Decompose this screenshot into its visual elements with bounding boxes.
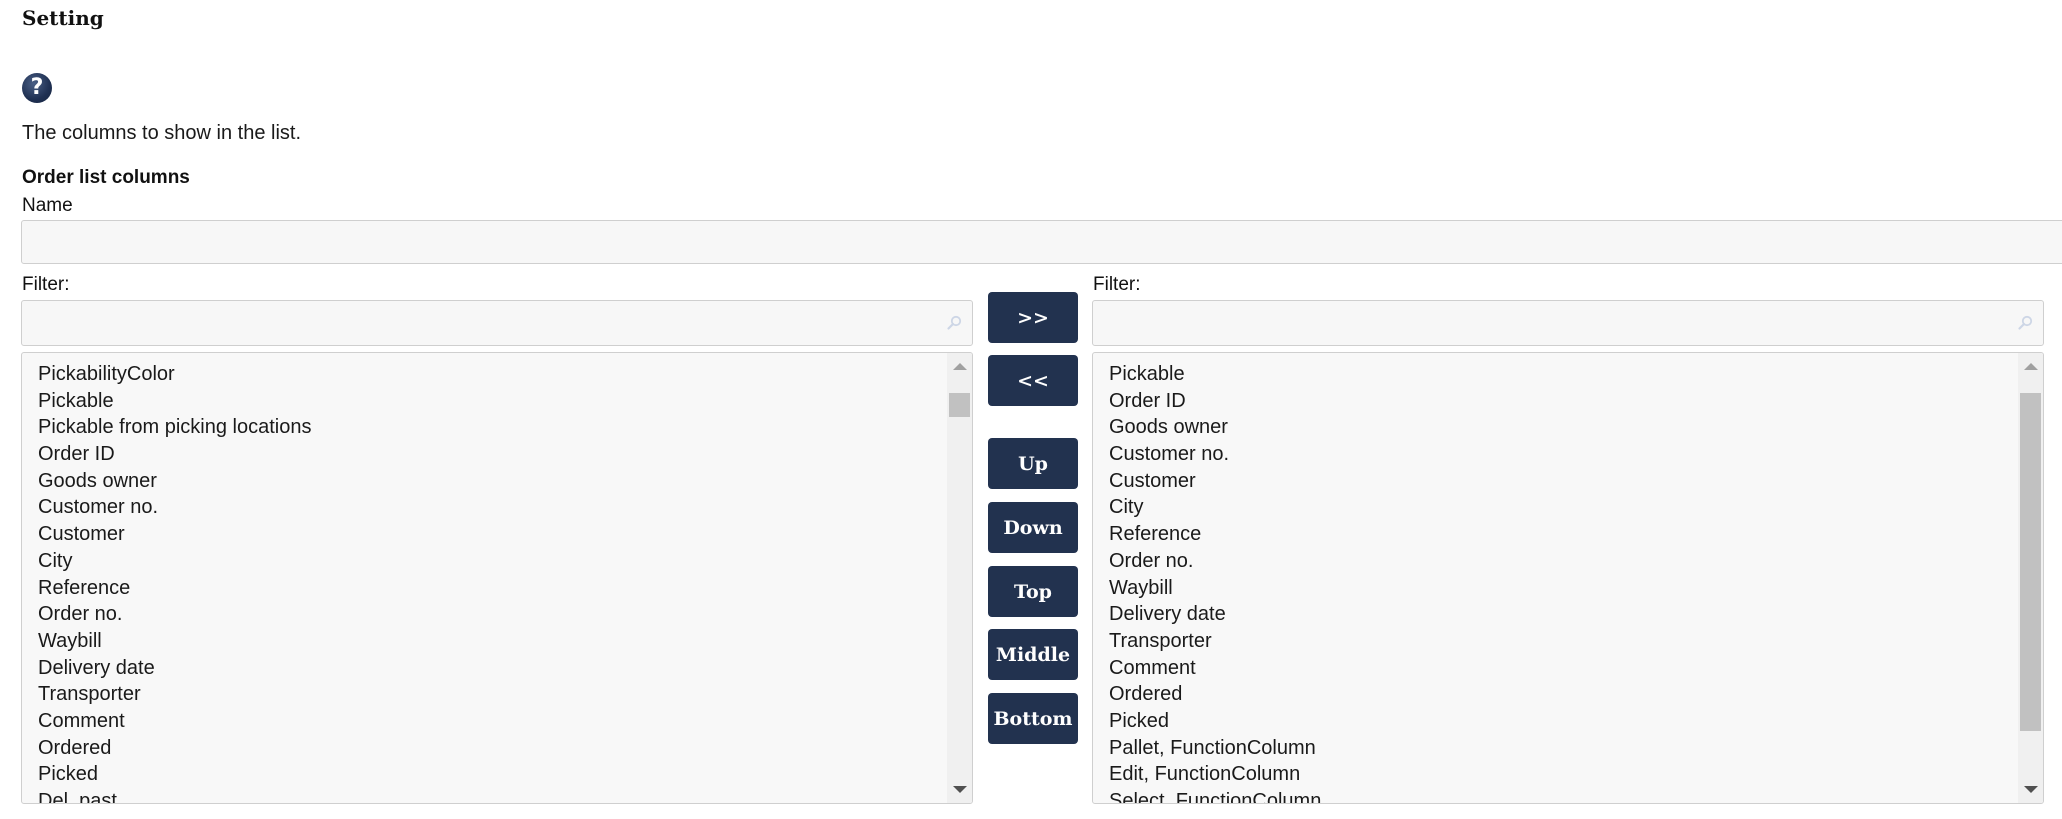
list-item[interactable]: Edit, FunctionColumn xyxy=(1109,761,2015,788)
move-bottom-button[interactable]: Bottom xyxy=(988,693,1078,744)
list-item[interactable]: Pallet, FunctionColumn xyxy=(1109,735,2015,762)
move-up-button[interactable]: Up xyxy=(988,438,1078,489)
list-item[interactable]: Comment xyxy=(1109,655,2015,682)
page-title: Setting xyxy=(22,6,104,30)
list-item[interactable]: Picked xyxy=(38,761,944,788)
move-top-button[interactable]: Top xyxy=(988,566,1078,617)
list-item[interactable]: Customer xyxy=(38,521,944,548)
list-item[interactable]: Pickable xyxy=(38,388,944,415)
available-columns-list[interactable]: PickabilityColor Pickable Pickable from pi… xyxy=(21,352,973,804)
scroll-down-arrow-icon[interactable] xyxy=(953,786,967,793)
list-item[interactable]: Ordered xyxy=(38,735,944,762)
list-item[interactable]: Reference xyxy=(1109,521,2015,548)
list-item[interactable]: Waybill xyxy=(38,628,944,655)
list-item[interactable]: Picked xyxy=(1109,708,2015,735)
name-label: Name xyxy=(22,195,73,216)
section-label: Order list columns xyxy=(22,167,190,188)
scroll-up-arrow-icon[interactable] xyxy=(2024,363,2038,370)
list-item[interactable]: Customer no. xyxy=(1109,441,2015,468)
help-circle-icon[interactable]: ? xyxy=(22,73,52,103)
selected-columns-items: Pickable Order ID Goods owner Customer no. C… xyxy=(1109,361,2015,803)
selected-columns-list[interactable]: Pickable Order ID Goods owner Customer no. C… xyxy=(1092,352,2044,804)
available-filter-field xyxy=(21,300,973,346)
selected-filter-field xyxy=(1092,300,2044,346)
selected-filter-input[interactable] xyxy=(1093,301,2043,345)
list-item[interactable]: Waybill xyxy=(1109,575,2015,602)
list-item[interactable]: Order no. xyxy=(38,601,944,628)
add-column-button[interactable]: >> xyxy=(988,292,1078,343)
search-icon xyxy=(947,315,962,330)
list-item[interactable]: Delivery date xyxy=(1109,601,2015,628)
list-item[interactable]: Ordered xyxy=(1109,681,2015,708)
list-item[interactable]: Delivery date xyxy=(38,655,944,682)
list-item[interactable]: Order no. xyxy=(1109,548,2015,575)
scroll-thumb[interactable] xyxy=(2020,393,2041,731)
list-item[interactable]: Pickable from picking locations xyxy=(38,414,944,441)
move-middle-button[interactable]: Middle xyxy=(988,629,1078,680)
search-icon xyxy=(2018,315,2033,330)
available-filter-input[interactable] xyxy=(22,301,972,345)
list-item[interactable]: City xyxy=(1109,494,2015,521)
list-item[interactable]: Select, FunctionColumn xyxy=(1109,788,2015,803)
available-list-scrollbar[interactable] xyxy=(947,353,972,803)
name-input[interactable] xyxy=(21,220,2062,264)
list-item[interactable]: City xyxy=(38,548,944,575)
list-item[interactable]: Customer no. xyxy=(38,494,944,521)
list-item[interactable]: PickabilityColor xyxy=(38,361,944,388)
list-item[interactable]: Del. past xyxy=(38,788,944,803)
list-item[interactable]: Order ID xyxy=(38,441,944,468)
list-item[interactable]: Goods owner xyxy=(38,468,944,495)
scroll-down-arrow-icon[interactable] xyxy=(2024,786,2038,793)
available-filter-label: Filter: xyxy=(22,274,70,295)
move-down-button[interactable]: Down xyxy=(988,502,1078,553)
list-item[interactable]: Goods owner xyxy=(1109,414,2015,441)
list-item[interactable]: Transporter xyxy=(38,681,944,708)
list-item[interactable]: Transporter xyxy=(1109,628,2015,655)
available-columns-items: PickabilityColor Pickable Pickable from pi… xyxy=(38,361,944,803)
list-item[interactable]: Order ID xyxy=(1109,388,2015,415)
remove-column-button[interactable]: << xyxy=(988,355,1078,406)
list-item[interactable]: Customer xyxy=(1109,468,2015,495)
scroll-up-arrow-icon[interactable] xyxy=(953,363,967,370)
list-item[interactable]: Reference xyxy=(38,575,944,602)
selected-filter-label: Filter: xyxy=(1093,274,1141,295)
list-item[interactable]: Comment xyxy=(38,708,944,735)
list-item[interactable]: Pickable xyxy=(1109,361,2015,388)
setting-description: The columns to show in the list. xyxy=(22,122,302,144)
selected-list-scrollbar[interactable] xyxy=(2018,353,2043,803)
scroll-thumb[interactable] xyxy=(949,393,970,418)
